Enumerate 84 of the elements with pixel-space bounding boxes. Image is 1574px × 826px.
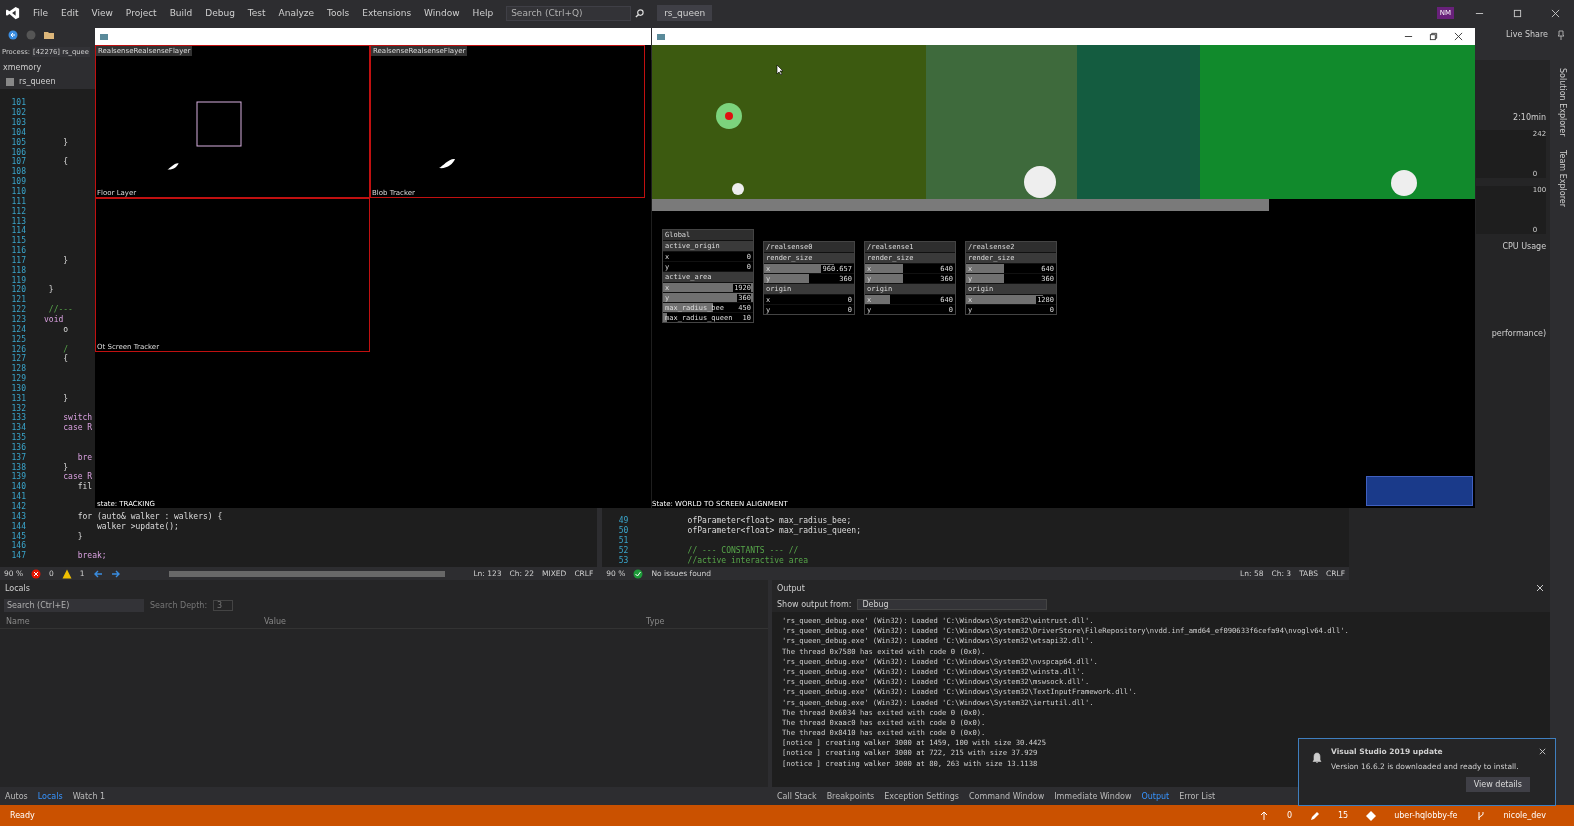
line-number: 122: [10, 305, 26, 315]
line-number: 133: [10, 413, 26, 423]
line-number: 49: [617, 516, 629, 526]
line-number: 101: [10, 98, 26, 108]
line-number: 132: [10, 403, 26, 413]
line-number: 112: [10, 206, 26, 216]
line-number: 136: [10, 442, 26, 452]
code-line: }: [62, 137, 69, 147]
line-number: 106: [10, 147, 26, 157]
line-number: 130: [10, 383, 26, 393]
code-line: {: [62, 354, 69, 364]
line-number: 50: [617, 526, 629, 536]
line-number: 116: [10, 246, 26, 256]
line-number: 139: [10, 472, 26, 482]
line-number: 121: [10, 295, 26, 305]
code-line: case R: [62, 472, 93, 482]
code-line: }: [62, 462, 69, 472]
code-line: /: [62, 344, 69, 354]
line-number: 144: [10, 521, 26, 531]
line-number: 109: [10, 177, 26, 187]
session-timer: 2:10min: [1513, 113, 1547, 122]
line-number: 137: [10, 452, 26, 462]
line-number: 125: [10, 334, 26, 344]
code-line: ofParameter<float> max_radius_queen;: [686, 526, 861, 536]
code-line: }: [62, 393, 69, 403]
line-number: 145: [10, 531, 26, 541]
line-number: 111: [10, 196, 26, 206]
line-number: 142: [10, 502, 26, 511]
line-number: 120: [10, 285, 26, 295]
line-number: 118: [10, 265, 26, 275]
code-line: for (auto& walker : walkers) {: [76, 511, 223, 521]
code-line: {: [62, 157, 69, 167]
line-number: 123: [10, 315, 26, 324]
line-number: 119: [10, 275, 26, 285]
code-line: break;: [76, 551, 107, 561]
line-number: 113: [10, 216, 26, 226]
code-line: fil: [76, 482, 93, 492]
line-number: 108: [10, 167, 26, 177]
line-number: 103: [10, 118, 26, 128]
line-number: 134: [10, 423, 26, 433]
code-line: void: [44, 315, 64, 324]
panel-title: Locals: [5, 583, 30, 593]
line-number: 129: [10, 374, 26, 384]
status-text: Ready: [10, 811, 35, 820]
line-number: 51: [617, 535, 629, 545]
code-line: }: [47, 285, 54, 295]
line-number: 128: [10, 364, 26, 374]
code-line: ofParameter<float> max_radius_bee;: [686, 516, 852, 526]
code-line: case R: [62, 423, 93, 433]
line-number: 53: [617, 555, 629, 565]
code-line: switch: [62, 413, 93, 423]
line-number: 146: [10, 541, 26, 551]
line-number: 110: [10, 187, 26, 196]
line-number: 52: [617, 545, 629, 555]
line-number: 131: [10, 393, 26, 403]
code-line: //---: [47, 305, 73, 315]
line-number: 126: [10, 344, 26, 354]
line-number: 143: [10, 511, 26, 521]
line-number: 104: [10, 127, 26, 137]
panel-title: Output: [777, 583, 805, 593]
code-line: //active interactive area: [686, 555, 808, 565]
line-number: 135: [10, 433, 26, 443]
code-line: }: [62, 255, 69, 265]
code-line: o: [62, 324, 69, 334]
code-line: }: [76, 531, 83, 541]
search-depth-label: Search Depth:: [150, 600, 208, 610]
line-number: 141: [10, 492, 26, 502]
line-number: 115: [10, 236, 26, 246]
performance-note: performance): [1491, 329, 1547, 338]
line-number: 138: [10, 462, 26, 472]
line-number: 117: [10, 255, 26, 265]
line-number: 114: [10, 226, 26, 236]
line-number: 105: [10, 137, 26, 147]
line-number: 107: [10, 157, 26, 167]
line-number: 102: [10, 108, 26, 118]
code-line: walker >update();: [95, 521, 179, 531]
line-number: 147: [10, 551, 26, 561]
output-source-label: Show output from:: [777, 599, 852, 609]
code-line: bre: [76, 452, 93, 462]
solution-name: rs_queen: [657, 5, 713, 21]
line-number: 127: [10, 354, 26, 364]
line-number: 140: [10, 482, 26, 492]
line-number: 124: [10, 324, 26, 334]
code-line: // --- CONSTANTS --- //: [686, 545, 799, 555]
